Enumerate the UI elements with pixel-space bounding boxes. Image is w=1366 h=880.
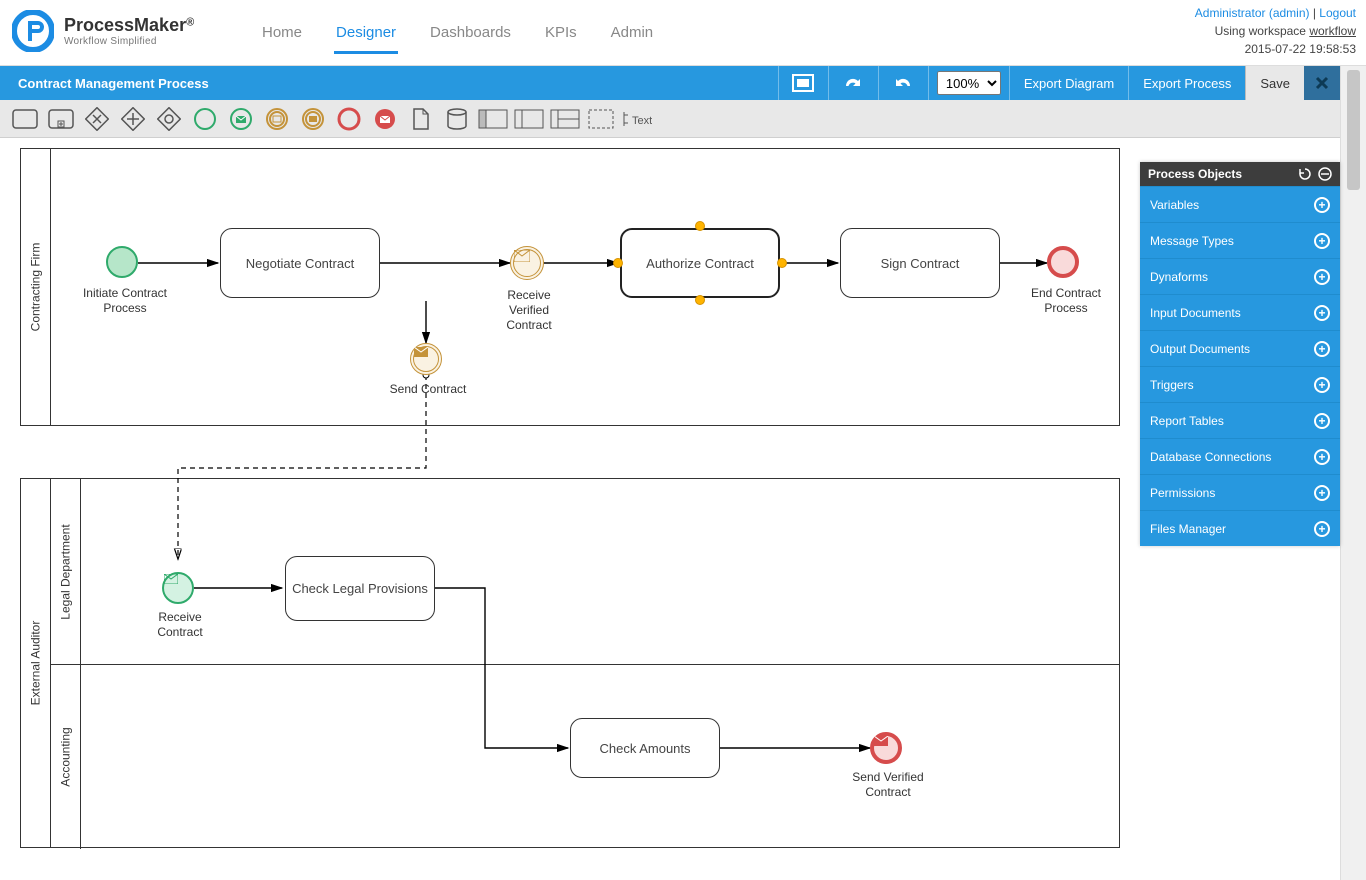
task-check-amounts[interactable]: Check Amounts — [570, 718, 720, 778]
zoom-control[interactable]: 100% — [928, 66, 1009, 100]
panel-row-output-documents[interactable]: Output Documents+ — [1140, 330, 1340, 366]
selection-handle[interactable] — [777, 258, 787, 268]
event-start[interactable] — [106, 246, 138, 278]
event-end[interactable] — [1047, 246, 1079, 278]
add-icon[interactable]: + — [1314, 521, 1330, 537]
undo-button[interactable] — [878, 66, 928, 100]
export-diagram-button[interactable]: Export Diagram — [1009, 66, 1128, 100]
selection-handle[interactable] — [695, 295, 705, 305]
designer-canvas[interactable]: Contracting Firm External Auditor Legal … — [0, 138, 1340, 880]
add-icon[interactable]: + — [1314, 485, 1330, 501]
close-button[interactable] — [1304, 66, 1340, 100]
panel-row-files-manager[interactable]: Files Manager+ — [1140, 510, 1340, 546]
export-process-button[interactable]: Export Process — [1128, 66, 1245, 100]
tool-gateway-inclusive[interactable] — [154, 104, 184, 134]
scrollbar-thumb[interactable] — [1347, 70, 1360, 190]
nav-kpis[interactable]: KPIs — [543, 18, 579, 54]
add-icon[interactable]: + — [1314, 449, 1330, 465]
tool-intermediate-catch[interactable] — [262, 104, 292, 134]
task-negotiate[interactable]: Negotiate Contract — [220, 228, 380, 298]
tool-start-message[interactable] — [226, 104, 256, 134]
tool-pool[interactable] — [478, 104, 508, 134]
tool-start-event[interactable] — [190, 104, 220, 134]
event-send-contract[interactable] — [410, 343, 442, 375]
task-sign[interactable]: Sign Contract — [840, 228, 1000, 298]
panel-title: Process Objects — [1148, 167, 1242, 181]
user-link[interactable]: Administrator (admin) — [1195, 6, 1310, 20]
header-meta: Administrator (admin) | Logout Using wor… — [1195, 4, 1356, 58]
logo-text: ProcessMaker® — [64, 15, 194, 36]
action-bar: Contract Management Process 100% Export … — [0, 66, 1340, 100]
nav-dashboards[interactable]: Dashboards — [428, 18, 513, 54]
refresh-icon[interactable] — [1298, 167, 1312, 181]
event-receive-contract[interactable] — [162, 572, 194, 604]
task-authorize[interactable]: Authorize Contract — [620, 228, 780, 298]
tool-gateway-parallel[interactable] — [118, 104, 148, 134]
vertical-scrollbar[interactable] — [1340, 66, 1366, 880]
nav-admin[interactable]: Admin — [609, 18, 656, 54]
panel-row-input-documents[interactable]: Input Documents+ — [1140, 294, 1340, 330]
svg-text:Text: Text — [632, 115, 652, 127]
add-icon[interactable]: + — [1314, 305, 1330, 321]
add-icon[interactable]: + — [1314, 377, 1330, 393]
workspace-label: Using workspace workflow — [1195, 22, 1356, 40]
panel-row-message-types[interactable]: Message Types+ — [1140, 222, 1340, 258]
tool-lane[interactable] — [514, 104, 544, 134]
logo-icon — [12, 10, 54, 52]
minimize-icon[interactable] — [1318, 167, 1332, 181]
tool-task[interactable] — [10, 104, 40, 134]
add-icon[interactable]: + — [1314, 341, 1330, 357]
nav-home[interactable]: Home — [260, 18, 304, 54]
selection-handle[interactable] — [695, 221, 705, 231]
tool-gateway-exclusive[interactable] — [82, 104, 112, 134]
panel-row-permissions[interactable]: Permissions+ — [1140, 474, 1340, 510]
panel-row-triggers[interactable]: Triggers+ — [1140, 366, 1340, 402]
selection-handle[interactable] — [613, 258, 623, 268]
shape-shelf: Text — [0, 100, 1340, 138]
add-icon[interactable]: + — [1314, 413, 1330, 429]
event-receive-verified[interactable] — [510, 246, 544, 280]
tool-text[interactable]: Text — [622, 104, 652, 134]
panel-row-db-connections[interactable]: Database Connections+ — [1140, 438, 1340, 474]
nav-designer[interactable]: Designer — [334, 18, 398, 54]
task-check-legal[interactable]: Check Legal Provisions — [285, 556, 435, 621]
process-objects-panel[interactable]: Process Objects Variables+ Message Types… — [1140, 162, 1340, 546]
close-icon — [1314, 75, 1330, 91]
add-icon[interactable]: + — [1314, 233, 1330, 249]
panel-row-dynaforms[interactable]: Dynaforms+ — [1140, 258, 1340, 294]
tool-end-event[interactable] — [334, 104, 364, 134]
tool-intermediate-throw[interactable] — [298, 104, 328, 134]
app-header: ProcessMaker® Workflow Simplified Home D… — [0, 0, 1366, 66]
panel-row-report-tables[interactable]: Report Tables+ — [1140, 402, 1340, 438]
save-button[interactable]: Save — [1245, 66, 1304, 100]
event-send-verified[interactable] — [870, 732, 902, 764]
tool-lanes[interactable] — [550, 104, 580, 134]
redo-button[interactable] — [828, 66, 878, 100]
server-time: 2015-07-22 19:58:53 — [1195, 40, 1356, 58]
app-logo: ProcessMaker® Workflow Simplified — [12, 10, 194, 52]
tool-group[interactable] — [586, 104, 616, 134]
tool-datastore[interactable] — [442, 104, 472, 134]
panel-header[interactable]: Process Objects — [1140, 162, 1340, 186]
add-icon[interactable]: + — [1314, 197, 1330, 213]
logo-tagline: Workflow Simplified — [64, 36, 194, 47]
zoom-select[interactable]: 100% — [937, 71, 1001, 95]
panel-row-variables[interactable]: Variables+ — [1140, 186, 1340, 222]
tool-doc[interactable] — [406, 104, 436, 134]
tool-end-message[interactable] — [370, 104, 400, 134]
logout-link[interactable]: Logout — [1319, 6, 1356, 20]
main-nav: Home Designer Dashboards KPIs Admin — [260, 18, 655, 54]
fullscreen-button[interactable] — [778, 66, 828, 100]
tool-subprocess[interactable] — [46, 104, 76, 134]
add-icon[interactable]: + — [1314, 269, 1330, 285]
process-title: Contract Management Process — [0, 66, 227, 100]
